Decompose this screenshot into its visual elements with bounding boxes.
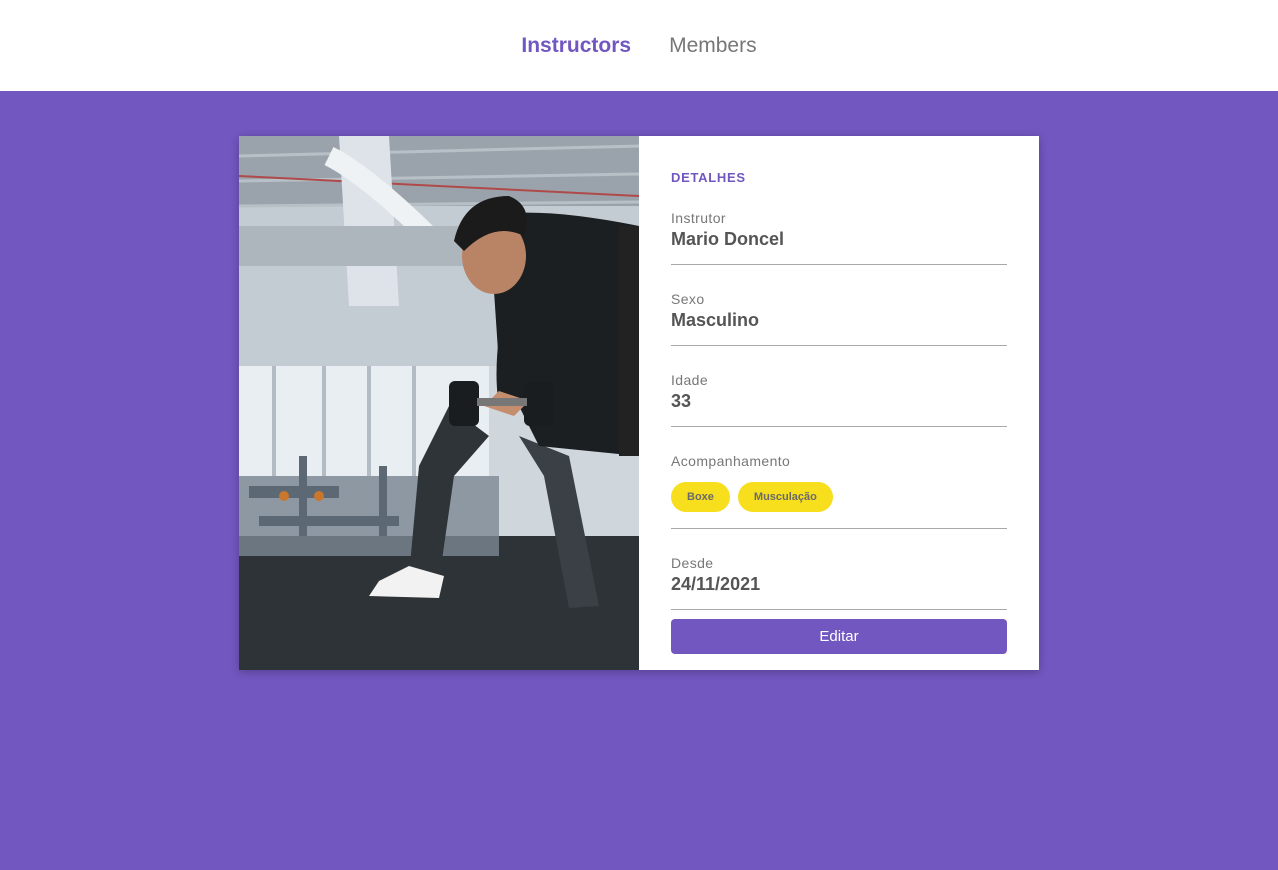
top-nav: Instructors Members [0, 0, 1278, 91]
field-label: Idade [671, 372, 709, 388]
field-label: Acompanhamento [671, 453, 791, 469]
tag-list: Boxe Musculação [671, 482, 1007, 512]
field-value: Mario Doncel [671, 229, 785, 249]
instructor-photo [239, 136, 639, 670]
field-gender: Sexo Masculino [671, 291, 1007, 346]
field-specialties: Acompanhamento Boxe Musculação [671, 453, 1007, 529]
field-value: 24/11/2021 [671, 574, 761, 594]
field-age: Idade 33 [671, 372, 1007, 427]
nav-link-instructors[interactable]: Instructors [521, 35, 631, 56]
nav-link-members[interactable]: Members [669, 35, 757, 56]
field-label: Sexo [671, 291, 705, 307]
field-value: Masculino [671, 310, 760, 330]
edit-button[interactable]: Editar [671, 619, 1007, 654]
field-since: Desde 24/11/2021 [671, 555, 1007, 610]
field-instructor: Instrutor Mario Doncel [671, 210, 1007, 265]
tag-musculacao: Musculação [737, 482, 833, 512]
details-panel: DETALHES Instrutor Mario Doncel Sexo Mas… [639, 136, 1039, 670]
section-title: DETALHES [671, 170, 746, 185]
tag-boxe: Boxe [671, 482, 730, 512]
instructor-card: DETALHES Instrutor Mario Doncel Sexo Mas… [239, 136, 1039, 670]
field-label: Desde [671, 555, 714, 571]
field-label: Instrutor [671, 210, 726, 226]
field-value: 33 [671, 391, 692, 411]
